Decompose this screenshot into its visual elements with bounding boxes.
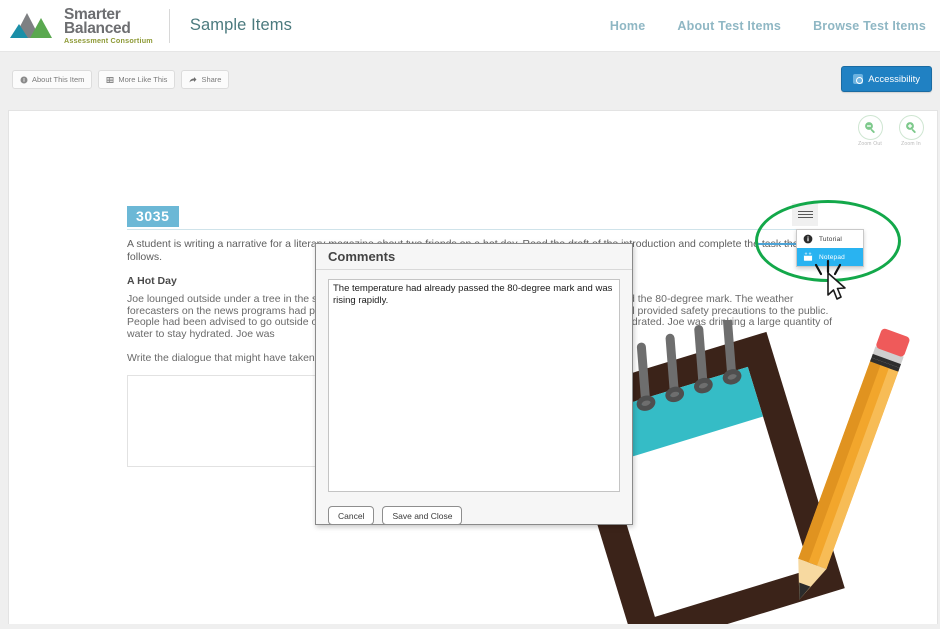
about-this-item-label: About This Item <box>32 75 85 84</box>
list-icon <box>106 76 114 84</box>
notepad-icon <box>803 252 813 262</box>
main-navigation: Home About Test Items Browse Test Items <box>610 19 940 33</box>
nav-link-browse-test-items[interactable]: Browse Test Items <box>813 19 926 33</box>
more-like-this-label: More Like This <box>118 75 168 84</box>
menu-item-tutorial[interactable]: Tutorial <box>797 230 863 248</box>
share-label: Share <box>201 75 222 84</box>
comments-dialog-body <box>316 270 632 497</box>
brand-logo[interactable]: Smarter Balanced Assessment Consortium <box>0 7 153 44</box>
nav-link-about-test-items[interactable]: About Test Items <box>677 19 781 33</box>
share-arrow-icon <box>189 76 197 84</box>
zoom-controls: Zoom Out Zoom In <box>854 115 927 147</box>
toolbar-button-group: About This Item More Like This Share <box>12 70 230 89</box>
item-id-badge: 3035 <box>127 206 179 227</box>
save-and-close-button[interactable]: Save and Close <box>382 506 463 525</box>
context-menu: Tutorial Notepad <box>796 229 864 267</box>
more-like-this-button[interactable]: More Like This <box>98 70 176 89</box>
accessibility-button[interactable]: Accessibility <box>841 66 932 92</box>
hamburger-menu-icon[interactable] <box>792 203 818 226</box>
menu-item-notepad-label: Notepad <box>819 253 845 261</box>
item-toolbar: About This Item More Like This Share Acc… <box>0 52 940 106</box>
zoom-out-label: Zoom Out <box>858 141 882 147</box>
magnifier-plus-icon <box>898 115 924 140</box>
menu-item-tutorial-label: Tutorial <box>819 235 843 243</box>
accessibility-label: Accessibility <box>868 73 920 85</box>
info-icon <box>803 234 813 244</box>
zoom-in-label: Zoom In <box>901 141 921 147</box>
info-circle-icon <box>20 76 28 84</box>
share-button[interactable]: Share <box>181 70 230 89</box>
comments-textarea[interactable] <box>328 279 620 492</box>
comments-dialog-title: Comments <box>316 244 632 270</box>
site-header: Smarter Balanced Assessment Consortium S… <box>0 0 940 52</box>
comments-dialog: Comments Cancel Save and Close <box>315 243 633 525</box>
zoom-in-button[interactable]: Zoom In <box>895 115 927 147</box>
menu-item-notepad[interactable]: Notepad <box>797 248 863 266</box>
zoom-out-button[interactable]: Zoom Out <box>854 115 886 147</box>
nav-link-home[interactable]: Home <box>610 19 646 33</box>
page-title: Sample Items <box>189 16 292 34</box>
accessibility-icon <box>853 74 864 84</box>
cancel-button[interactable]: Cancel <box>328 506 375 525</box>
logo-line-2: Balanced <box>64 20 131 38</box>
stem-divider <box>127 229 839 230</box>
comments-dialog-footer: Cancel Save and Close <box>316 497 632 525</box>
logo-line-3: Assessment Consortium <box>64 35 153 45</box>
smarter-balanced-triangles-logo <box>8 7 60 43</box>
header-divider <box>168 8 170 43</box>
magnifier-minus-icon <box>857 115 883 140</box>
about-this-item-button[interactable]: About This Item <box>12 70 93 89</box>
